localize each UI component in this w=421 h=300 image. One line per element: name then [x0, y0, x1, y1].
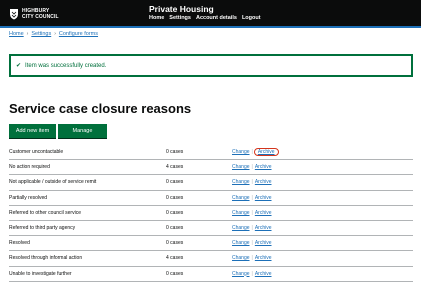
- breadcrumb: Home › Settings › Configure forms: [9, 31, 98, 37]
- table-row: No action required 4 cases Change | Archive: [9, 160, 413, 176]
- archive-link[interactable]: Archive: [255, 195, 272, 201]
- action-divider: |: [251, 194, 253, 201]
- action-divider: |: [251, 255, 253, 262]
- row-actions: Change | Archive: [232, 225, 272, 231]
- archive-link[interactable]: Archive: [255, 255, 272, 261]
- case-count: 0 cases: [166, 270, 184, 277]
- action-divider: |: [251, 209, 253, 216]
- archive-link[interactable]: Archive: [255, 225, 272, 231]
- breadcrumb-settings[interactable]: Settings: [31, 31, 51, 37]
- breadcrumb-home[interactable]: Home: [9, 31, 24, 37]
- action-divider: |: [251, 179, 253, 186]
- reason-name: Resolved through informal action: [9, 255, 83, 262]
- change-link[interactable]: Change: [232, 225, 250, 231]
- action-divider: |: [251, 149, 253, 155]
- table-row: Resolved through informal action 4 cases C…: [9, 251, 413, 267]
- row-actions: Change | Archive: [232, 210, 272, 216]
- logo-line-2: CITY COUNCIL: [22, 14, 59, 20]
- success-notification: ✔ Item was successfully created.: [9, 54, 413, 77]
- reason-name: Unable to investigate further: [9, 270, 72, 277]
- change-link[interactable]: Change: [232, 271, 250, 277]
- table-row: Referred to third party agency 0 cases Cha…: [9, 221, 413, 237]
- table-row: Customer uncontactable 0 cases Change | Arch…: [9, 145, 413, 161]
- change-link[interactable]: Change: [232, 149, 250, 155]
- row-actions: Change | Archive: [232, 255, 272, 261]
- case-count: 0 cases: [166, 149, 184, 155]
- service-name[interactable]: Private Housing: [149, 4, 214, 14]
- row-actions: Change | Archive: [232, 148, 279, 156]
- reason-name: Referred to other council service: [9, 209, 81, 216]
- table-row: Resolved 0 cases Change | Archive: [9, 236, 413, 252]
- action-divider: |: [251, 270, 253, 277]
- reason-name: Not applicable / outside of service remi…: [9, 179, 97, 186]
- success-message: Item was successfully created.: [25, 62, 107, 69]
- chevron-right-icon: ›: [26, 31, 29, 37]
- chevron-right-icon: ›: [54, 31, 56, 37]
- action-divider: |: [251, 164, 253, 171]
- case-count: 4 cases: [166, 255, 184, 262]
- table-row: Unable to investigate further 0 cases Chan…: [9, 267, 413, 282]
- table-row: Not applicable / outside of service remi…: [9, 175, 413, 191]
- archive-link[interactable]: Archive: [255, 210, 272, 216]
- reason-name: Referred to third party agency: [9, 224, 76, 231]
- action-divider: |: [251, 240, 253, 247]
- archive-link[interactable]: Archive: [255, 240, 272, 246]
- closure-reasons-table: Customer uncontactable 0 cases Change | Arch…: [9, 145, 413, 282]
- nav-settings[interactable]: Settings: [169, 15, 191, 21]
- case-count: 0 cases: [166, 179, 184, 186]
- row-actions: Change | Archive: [232, 195, 272, 201]
- logo-text: HIGHBURY CITY COUNCIL: [22, 8, 59, 20]
- site-header: HIGHBURY CITY COUNCIL Private Housing Ho…: [0, 0, 421, 26]
- nav-logout[interactable]: Logout: [242, 15, 261, 21]
- change-link[interactable]: Change: [232, 179, 250, 185]
- archive-link[interactable]: Archive: [255, 271, 272, 277]
- row-actions: Change | Archive: [232, 271, 272, 277]
- change-link[interactable]: Change: [232, 255, 250, 261]
- action-divider: |: [251, 224, 253, 231]
- header-accent-bar: [0, 26, 421, 28]
- check-icon: ✔: [16, 63, 22, 69]
- council-logo[interactable]: HIGHBURY CITY COUNCIL: [9, 6, 59, 22]
- row-actions: Change | Archive: [232, 164, 272, 170]
- header-nav: Home Settings Account details Logout: [149, 15, 261, 21]
- nav-home[interactable]: Home: [149, 15, 164, 21]
- page-title: Service case closure reasons: [9, 101, 192, 116]
- case-count: 0 cases: [166, 240, 184, 247]
- archive-link[interactable]: Archive: [255, 179, 272, 185]
- reason-name: Partially resolved: [9, 194, 48, 201]
- breadcrumb-configure-forms[interactable]: Configure forms: [59, 31, 98, 37]
- change-link[interactable]: Change: [232, 210, 250, 216]
- add-new-item-button[interactable]: Add new item: [9, 124, 56, 138]
- row-actions: Change | Archive: [232, 240, 272, 246]
- archive-link[interactable]: Archive: [255, 164, 272, 170]
- row-actions: Change | Archive: [232, 179, 272, 185]
- reason-name: Resolved: [9, 240, 30, 247]
- manage-archive-button[interactable]: Manage archive: [58, 124, 107, 148]
- archive-link[interactable]: Archive: [253, 148, 279, 156]
- table-row: Referred to other council service 0 cases…: [9, 206, 413, 221]
- case-count: 0 cases: [166, 209, 184, 216]
- case-count: 0 cases: [166, 224, 184, 231]
- crest-icon: [10, 9, 18, 20]
- change-link[interactable]: Change: [232, 240, 250, 246]
- case-count: 4 cases: [166, 164, 184, 171]
- reason-name: Customer uncontactable: [9, 149, 64, 155]
- reason-name: No action required: [9, 164, 50, 171]
- nav-account-details[interactable]: Account details: [196, 15, 237, 21]
- change-link[interactable]: Change: [232, 195, 250, 201]
- table-row: Partially resolved 0 cases Change | Archive: [9, 191, 413, 206]
- case-count: 0 cases: [166, 194, 184, 201]
- change-link[interactable]: Change: [232, 164, 250, 170]
